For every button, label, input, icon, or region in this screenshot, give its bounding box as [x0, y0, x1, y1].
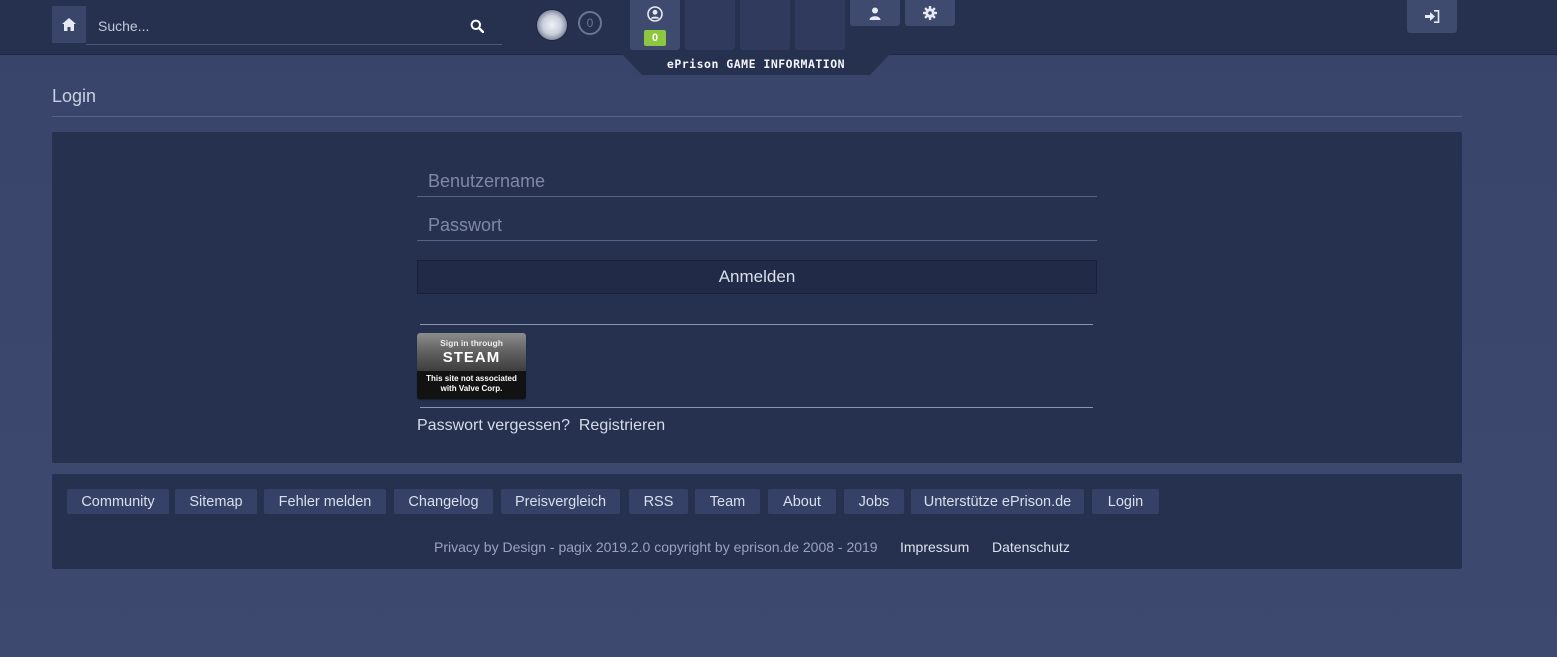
- profile-button[interactable]: [850, 0, 900, 26]
- title-divider: [52, 116, 1462, 117]
- search-input[interactable]: [96, 6, 460, 46]
- footer-link-rss[interactable]: RSS: [629, 489, 688, 514]
- user-status-slot[interactable]: 0: [630, 0, 680, 50]
- search-icon[interactable]: [470, 19, 484, 33]
- footer-link-changelog[interactable]: Changelog: [394, 489, 493, 514]
- page-title: Login: [52, 86, 97, 106]
- user-circle-icon: [647, 6, 663, 22]
- empty-slot-2[interactable]: [740, 0, 790, 50]
- top-navigation-bar: 0 0: [0, 0, 1557, 55]
- footer-link-fehler-melden[interactable]: Fehler melden: [264, 489, 386, 514]
- register-link[interactable]: Registrieren: [579, 417, 665, 434]
- info-tab-label: ePrison GAME INFORMATION: [666, 57, 846, 71]
- impressum-link[interactable]: Impressum: [900, 539, 969, 555]
- empty-slot-3[interactable]: [795, 0, 845, 50]
- steam-disclaimer-2: with Valve Corp.: [440, 384, 503, 393]
- username-field: [417, 164, 1097, 198]
- avatar[interactable]: [536, 9, 568, 41]
- copyright-text: Privacy by Design - pagix 2019.2.0 copyr…: [434, 539, 878, 555]
- footer-link-login[interactable]: Login: [1092, 489, 1159, 514]
- username-input[interactable]: [426, 164, 1090, 198]
- home-button[interactable]: [52, 6, 86, 43]
- user-icon: [869, 7, 881, 20]
- status-badge: 0: [644, 30, 666, 46]
- steam-login-button[interactable]: Sign in through STEAM This site not asso…: [417, 333, 526, 399]
- empty-slot-1[interactable]: [685, 0, 735, 50]
- account-links: Passwort vergessen? Registrieren: [417, 417, 665, 435]
- notification-count[interactable]: 0: [578, 11, 602, 35]
- sign-in-icon: [1424, 10, 1439, 23]
- steam-logo-text: STEAM: [442, 349, 501, 366]
- footer-link-team[interactable]: Team: [695, 489, 760, 514]
- search-bar: [86, 6, 502, 46]
- steam-button-top: Sign in through STEAM: [417, 333, 526, 371]
- gear-icon: [923, 6, 937, 20]
- home-icon: [62, 18, 76, 31]
- divider-top: [420, 324, 1093, 325]
- footer-link-support[interactable]: Unterstütze ePrison.de: [911, 489, 1084, 514]
- settings-button[interactable]: [905, 0, 955, 26]
- forgot-password-link[interactable]: Passwort vergessen?: [417, 417, 570, 434]
- footer-link-preisvergleich[interactable]: Preisvergleich: [501, 489, 620, 514]
- login-icon-button[interactable]: [1407, 0, 1457, 33]
- login-submit-button[interactable]: Anmelden: [417, 260, 1097, 294]
- footer-link-sitemap[interactable]: Sitemap: [175, 489, 257, 514]
- steam-button-bottom: This site not associated with Valve Corp…: [417, 371, 526, 399]
- steam-disclaimer-1: This site not associated: [426, 374, 517, 383]
- game-information-tab[interactable]: ePrison GAME INFORMATION: [622, 54, 890, 75]
- footer-link-about[interactable]: About: [768, 489, 836, 514]
- divider-bottom: [420, 407, 1093, 408]
- password-field: [417, 208, 1097, 242]
- footer-link-jobs[interactable]: Jobs: [844, 489, 904, 514]
- password-input[interactable]: [426, 208, 1090, 242]
- steam-line-1: Sign in through: [440, 338, 503, 348]
- footer-link-community[interactable]: Community: [67, 489, 169, 514]
- datenschutz-link[interactable]: Datenschutz: [992, 539, 1070, 555]
